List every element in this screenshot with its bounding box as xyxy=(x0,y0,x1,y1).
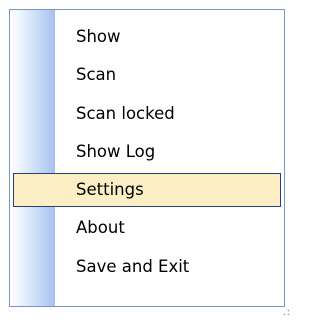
menu-item-label: Show xyxy=(76,27,121,46)
menu-item-list: Show Scan Scan locked Show Log Settings … xyxy=(10,20,284,288)
menu-item-settings[interactable]: Settings xyxy=(13,173,281,208)
menu-item-show-log[interactable]: Show Log xyxy=(13,135,281,169)
menu-item-show[interactable]: Show xyxy=(13,20,281,54)
menu-item-save-and-exit[interactable]: Save and Exit xyxy=(13,250,281,284)
tray-context-menu: Show Scan Scan locked Show Log Settings … xyxy=(9,9,285,307)
menu-item-label: Save and Exit xyxy=(76,256,190,276)
resize-grip-icon xyxy=(283,309,291,316)
menu-item-label: Scan xyxy=(76,65,117,85)
menu-item-scan[interactable]: Scan xyxy=(13,58,281,92)
menu-item-about[interactable]: About xyxy=(13,211,281,245)
menu-item-label: Scan locked xyxy=(76,103,175,123)
menu-item-label: About xyxy=(76,218,125,238)
menu-item-scan-locked[interactable]: Scan locked xyxy=(13,97,281,131)
menu-item-label: Settings xyxy=(76,180,144,200)
menu-item-label: Show Log xyxy=(76,141,156,161)
